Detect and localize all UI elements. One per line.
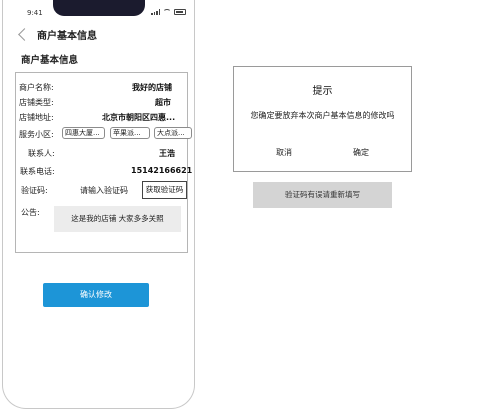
merchant-name-label: 商户名称: <box>19 83 54 92</box>
store-address-field[interactable]: 北京市朝阳区四惠... <box>102 112 185 123</box>
contact-field[interactable]: 王浩 <box>159 148 175 159</box>
notice-field[interactable]: 这是我的店铺 大家多多关照 <box>54 206 181 232</box>
phone-label: 联系电话: <box>20 167 55 176</box>
battery-icon <box>174 9 186 15</box>
canvas: 9:41 商户基本信息 商户基本信息 商户名称: 我好的店铺 店铺类型: 超市 … <box>0 0 499 411</box>
wifi-icon <box>163 9 171 15</box>
signal-icon <box>151 9 160 15</box>
back-icon[interactable] <box>18 28 31 41</box>
contact-label: 联系人: <box>28 149 55 158</box>
status-icons <box>151 9 186 15</box>
merchant-name-field[interactable]: 我好的店铺 <box>132 82 172 93</box>
page-title: 商户基本信息 <box>37 31 97 42</box>
store-type-label: 店铺类型: <box>19 98 54 107</box>
service-area-chip[interactable]: 四惠大厦... <box>62 127 105 139</box>
get-code-button[interactable]: 获取验证码 <box>142 181 187 199</box>
dialog-ok-button[interactable]: 确定 <box>353 147 369 158</box>
service-area-label: 服务小区: <box>19 130 54 139</box>
status-time: 9:41 <box>27 9 43 17</box>
service-area-chip[interactable]: 大点派... <box>154 127 192 139</box>
dialog-title: 提示 <box>312 86 333 97</box>
phone-notch <box>53 0 145 16</box>
dialog-cancel-button[interactable]: 取消 <box>276 147 292 158</box>
section-title: 商户基本信息 <box>21 55 79 66</box>
verification-code-input[interactable]: 请输入验证码 <box>80 185 128 196</box>
notice-label: 公告: <box>21 208 40 217</box>
nav-bar: 商户基本信息 <box>17 27 97 42</box>
confirm-dialog: 提示 您确定要放弃本次商户基本信息的修改吗 取消 确定 <box>233 66 412 172</box>
phone-field[interactable]: 15142166621 <box>131 166 192 175</box>
service-area-chip[interactable]: 苹果派... <box>110 127 150 139</box>
store-type-field[interactable]: 超市 <box>155 97 171 108</box>
dialog-message: 您确定要放弃本次商户基本信息的修改吗 <box>250 111 395 120</box>
store-address-label: 店铺地址: <box>19 113 54 122</box>
verification-code-label: 验证码: <box>21 186 48 195</box>
error-toast: 验证码有误请重新填写 <box>253 182 392 208</box>
confirm-button[interactable]: 确认修改 <box>43 283 149 307</box>
